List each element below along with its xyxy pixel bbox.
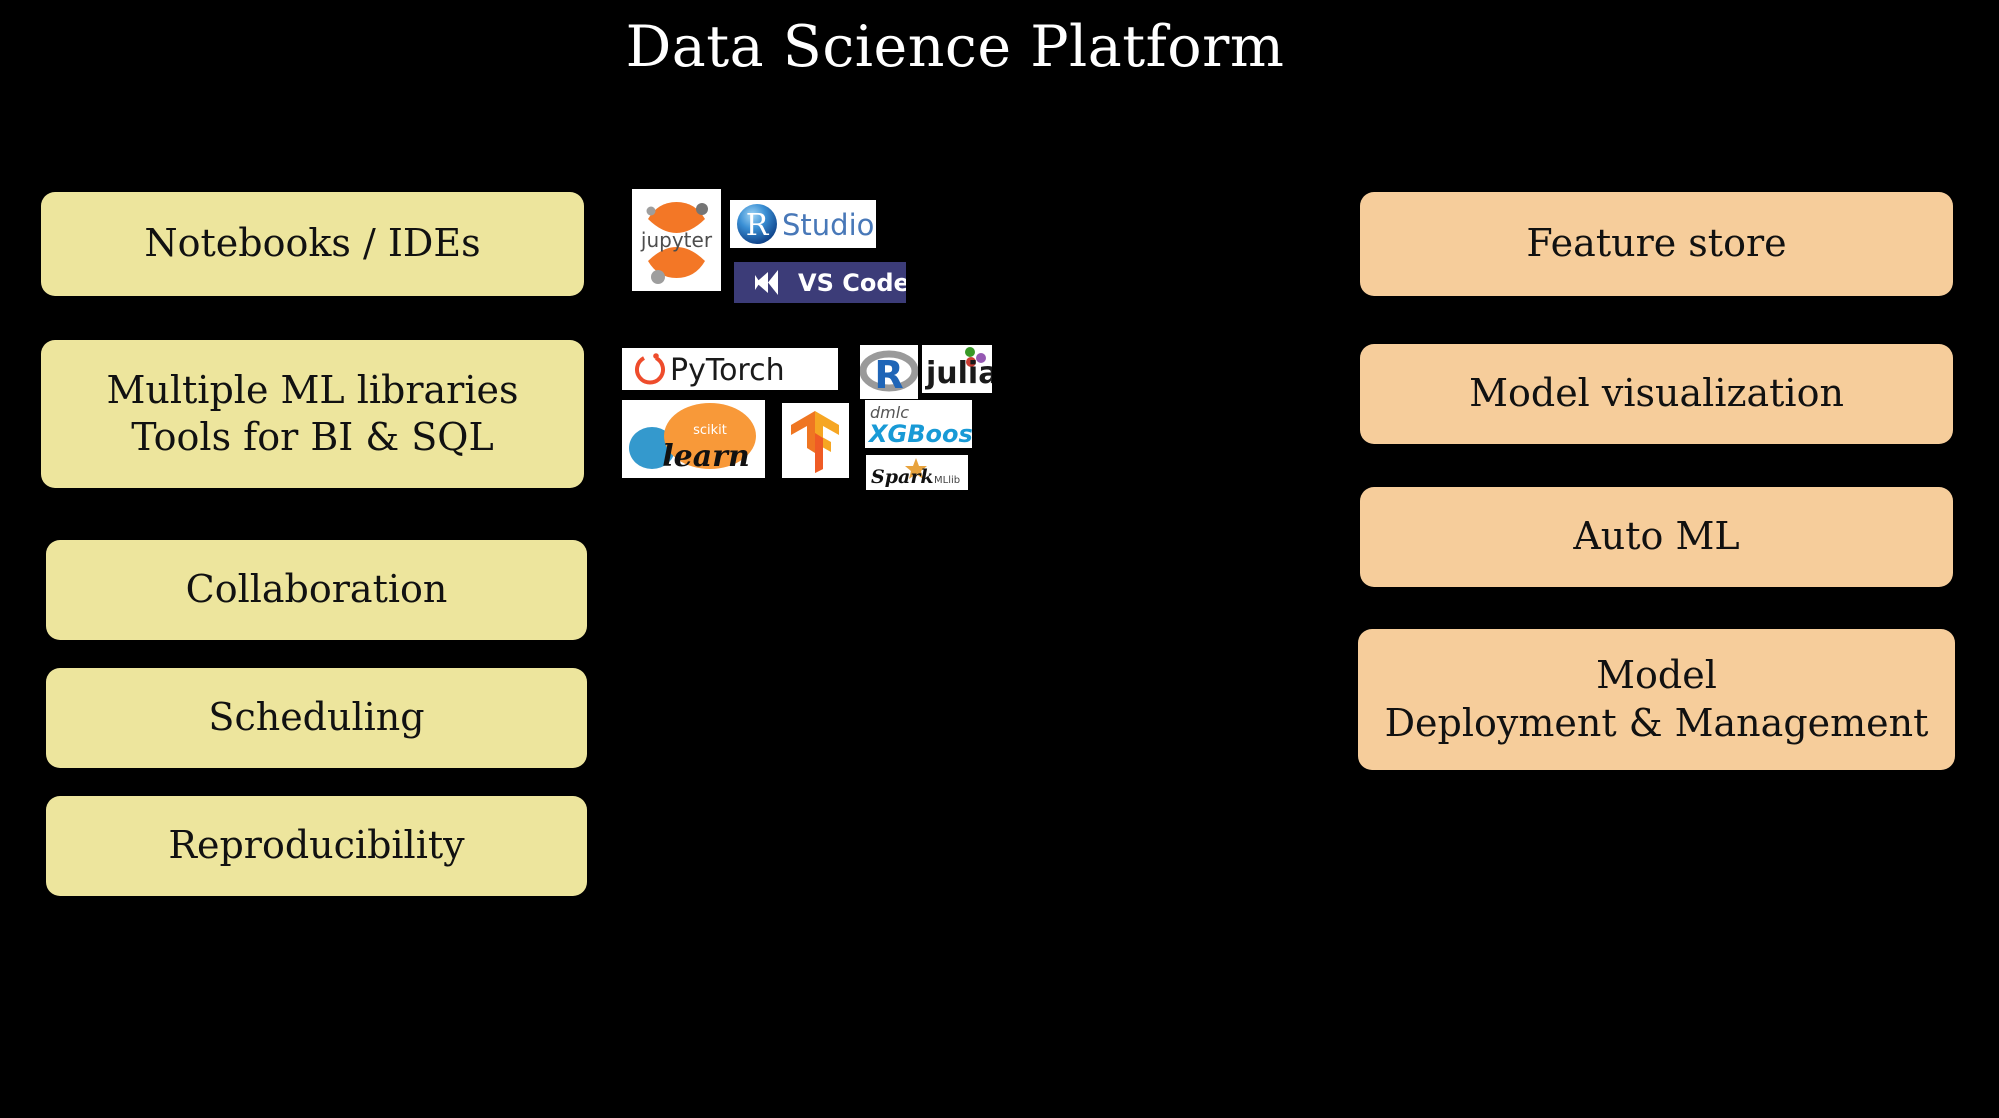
tensorflow-logo xyxy=(782,403,849,478)
svg-text:scikit: scikit xyxy=(693,423,727,438)
svg-text:julia: julia xyxy=(925,356,992,391)
r-logo: R xyxy=(860,345,918,399)
capability-label: Collaboration xyxy=(185,567,448,612)
logo-tile-julia[interactable]: julia xyxy=(922,345,992,393)
svg-text:VS Code: VS Code xyxy=(798,269,906,297)
capability-box-collaboration[interactable]: Collaboration xyxy=(46,540,587,640)
capability-box-scheduling[interactable]: Scheduling xyxy=(46,668,587,768)
logo-tile-tensorflow[interactable] xyxy=(782,403,849,478)
svg-text:MLlib: MLlib xyxy=(934,475,960,486)
capability-label: Model visualization xyxy=(1469,371,1844,416)
capability-label: Multiple ML libraries Tools for BI & SQL xyxy=(106,367,519,460)
jupyter-logo: jupyter xyxy=(632,189,721,291)
svg-text:PyTorch: PyTorch xyxy=(670,353,785,388)
xgboost-logo: dmlc XGBoost xyxy=(865,400,972,448)
scikit-learn-logo: scikit learn xyxy=(622,400,765,478)
capability-box-reproducibility[interactable]: Reproducibility xyxy=(46,796,587,896)
pytorch-logo: PyTorch xyxy=(622,348,838,390)
svg-text:learn: learn xyxy=(662,439,750,474)
julia-logo: julia xyxy=(922,345,992,393)
logo-tile-vscode[interactable]: VS Code xyxy=(734,262,906,303)
page-title: Data Science Platform xyxy=(625,14,1285,80)
vscode-logo: VS Code xyxy=(734,262,906,303)
logo-tile-pytorch[interactable]: PyTorch xyxy=(622,348,838,390)
svg-text:Studio: Studio xyxy=(782,208,874,242)
capability-label: Auto ML xyxy=(1573,514,1740,559)
capability-box-auto-ml[interactable]: Auto ML xyxy=(1360,487,1953,587)
spark-mllib-logo: Spark MLlib xyxy=(866,455,968,490)
capability-label: Reproducibility xyxy=(168,823,465,868)
logo-tile-spark-mllib[interactable]: Spark MLlib xyxy=(866,455,968,490)
capability-label: Feature store xyxy=(1526,221,1787,266)
logo-tile-scikit-learn[interactable]: scikit learn xyxy=(622,400,765,478)
logo-tile-xgboost[interactable]: dmlc XGBoost xyxy=(865,400,972,448)
svg-text:jupyter: jupyter xyxy=(640,228,713,252)
logo-tile-r[interactable]: R xyxy=(860,345,918,399)
capability-box-model-visualization[interactable]: Model visualization xyxy=(1360,344,1953,444)
capability-box-model-deployment[interactable]: Model Deployment & Management xyxy=(1358,629,1955,770)
capability-label: Model Deployment & Management xyxy=(1384,653,1929,745)
logo-tile-rstudio[interactable]: R Studio xyxy=(730,200,876,248)
logo-tile-jupyter[interactable]: jupyter xyxy=(632,189,721,291)
rstudio-logo: R Studio xyxy=(730,200,876,248)
svg-text:XGBoost: XGBoost xyxy=(867,420,972,448)
capability-label: Scheduling xyxy=(208,695,425,740)
capability-box-ml-libraries[interactable]: Multiple ML libraries Tools for BI & SQL xyxy=(41,340,584,488)
capability-box-notebooks-ides[interactable]: Notebooks / IDEs xyxy=(41,192,584,296)
svg-text:R: R xyxy=(746,208,770,243)
capability-label: Notebooks / IDEs xyxy=(144,221,481,266)
slide-canvas: Data Science Platform Notebooks / IDEs M… xyxy=(0,0,1999,1118)
svg-text:Spark: Spark xyxy=(871,466,934,488)
capability-box-feature-store[interactable]: Feature store xyxy=(1360,192,1953,296)
svg-text:R: R xyxy=(874,353,903,397)
